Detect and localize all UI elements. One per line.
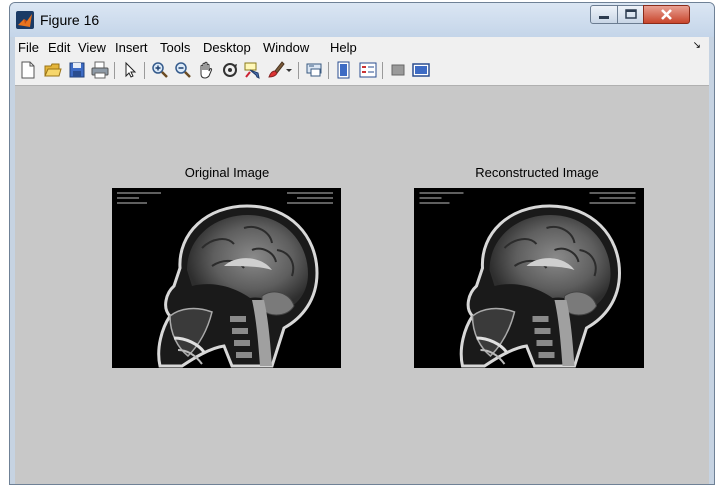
matlab-logo-icon [16, 11, 34, 29]
mri-scan-graphic [112, 188, 341, 368]
figure-client-area: File Edit View Insert Tools Desktop Wind… [15, 37, 709, 484]
save-figure-icon[interactable] [68, 61, 86, 79]
toolbar-separator [114, 62, 115, 79]
menu-window[interactable]: Window [263, 40, 309, 55]
close-button[interactable] [643, 5, 690, 24]
mri-scan-graphic [414, 188, 644, 368]
menu-edit[interactable]: Edit [48, 40, 70, 55]
brush-dropdown-icon[interactable] [285, 61, 293, 79]
edit-plot-arrow-icon[interactable] [121, 61, 139, 79]
minimize-icon [599, 16, 609, 19]
print-figure-icon[interactable] [91, 61, 109, 79]
link-plot-icon[interactable] [305, 61, 323, 79]
figure-toolbar [15, 57, 709, 86]
close-icon [661, 9, 672, 20]
maximize-button[interactable] [617, 5, 644, 24]
insert-legend-icon[interactable] [359, 61, 377, 79]
toolbar-separator [382, 62, 383, 79]
new-figure-icon[interactable] [19, 61, 37, 79]
menu-insert[interactable]: Insert [115, 40, 148, 55]
toolbar-separator [328, 62, 329, 79]
menu-help[interactable]: Help [330, 40, 357, 55]
reconstructed-mri-image[interactable] [414, 188, 644, 368]
pan-hand-icon[interactable] [197, 61, 215, 79]
maximize-icon [625, 9, 637, 19]
figure-window: Figure 16 File Edit View Insert Tools De… [9, 2, 715, 485]
menu-desktop[interactable]: Desktop [203, 40, 251, 55]
minimize-button[interactable] [590, 5, 618, 24]
show-plot-tools-icon[interactable] [412, 61, 430, 79]
menu-bar: File Edit View Insert Tools Desktop Wind… [15, 37, 709, 57]
menu-view[interactable]: View [78, 40, 106, 55]
title-bar[interactable]: Figure 16 [10, 3, 714, 37]
open-file-icon[interactable] [44, 61, 62, 79]
hide-plot-tools-icon[interactable] [389, 61, 407, 79]
axes-title-original: Original Image [184, 165, 270, 180]
zoom-out-icon[interactable] [174, 61, 192, 79]
toolbar-separator [144, 62, 145, 79]
axes-title-reconstructed: Reconstructed Image [475, 165, 599, 180]
original-mri-image[interactable] [112, 188, 341, 368]
brush-data-icon[interactable] [267, 61, 285, 79]
window-title: Figure 16 [40, 12, 100, 28]
dock-figure-icon[interactable]: ↘ [693, 40, 701, 51]
data-cursor-icon[interactable] [244, 61, 262, 79]
rotate-3d-icon[interactable] [221, 61, 239, 79]
zoom-in-icon[interactable] [151, 61, 169, 79]
menu-tools[interactable]: Tools [160, 40, 190, 55]
insert-colorbar-icon[interactable] [335, 61, 353, 79]
menu-file[interactable]: File [18, 40, 39, 55]
toolbar-separator [298, 62, 299, 79]
